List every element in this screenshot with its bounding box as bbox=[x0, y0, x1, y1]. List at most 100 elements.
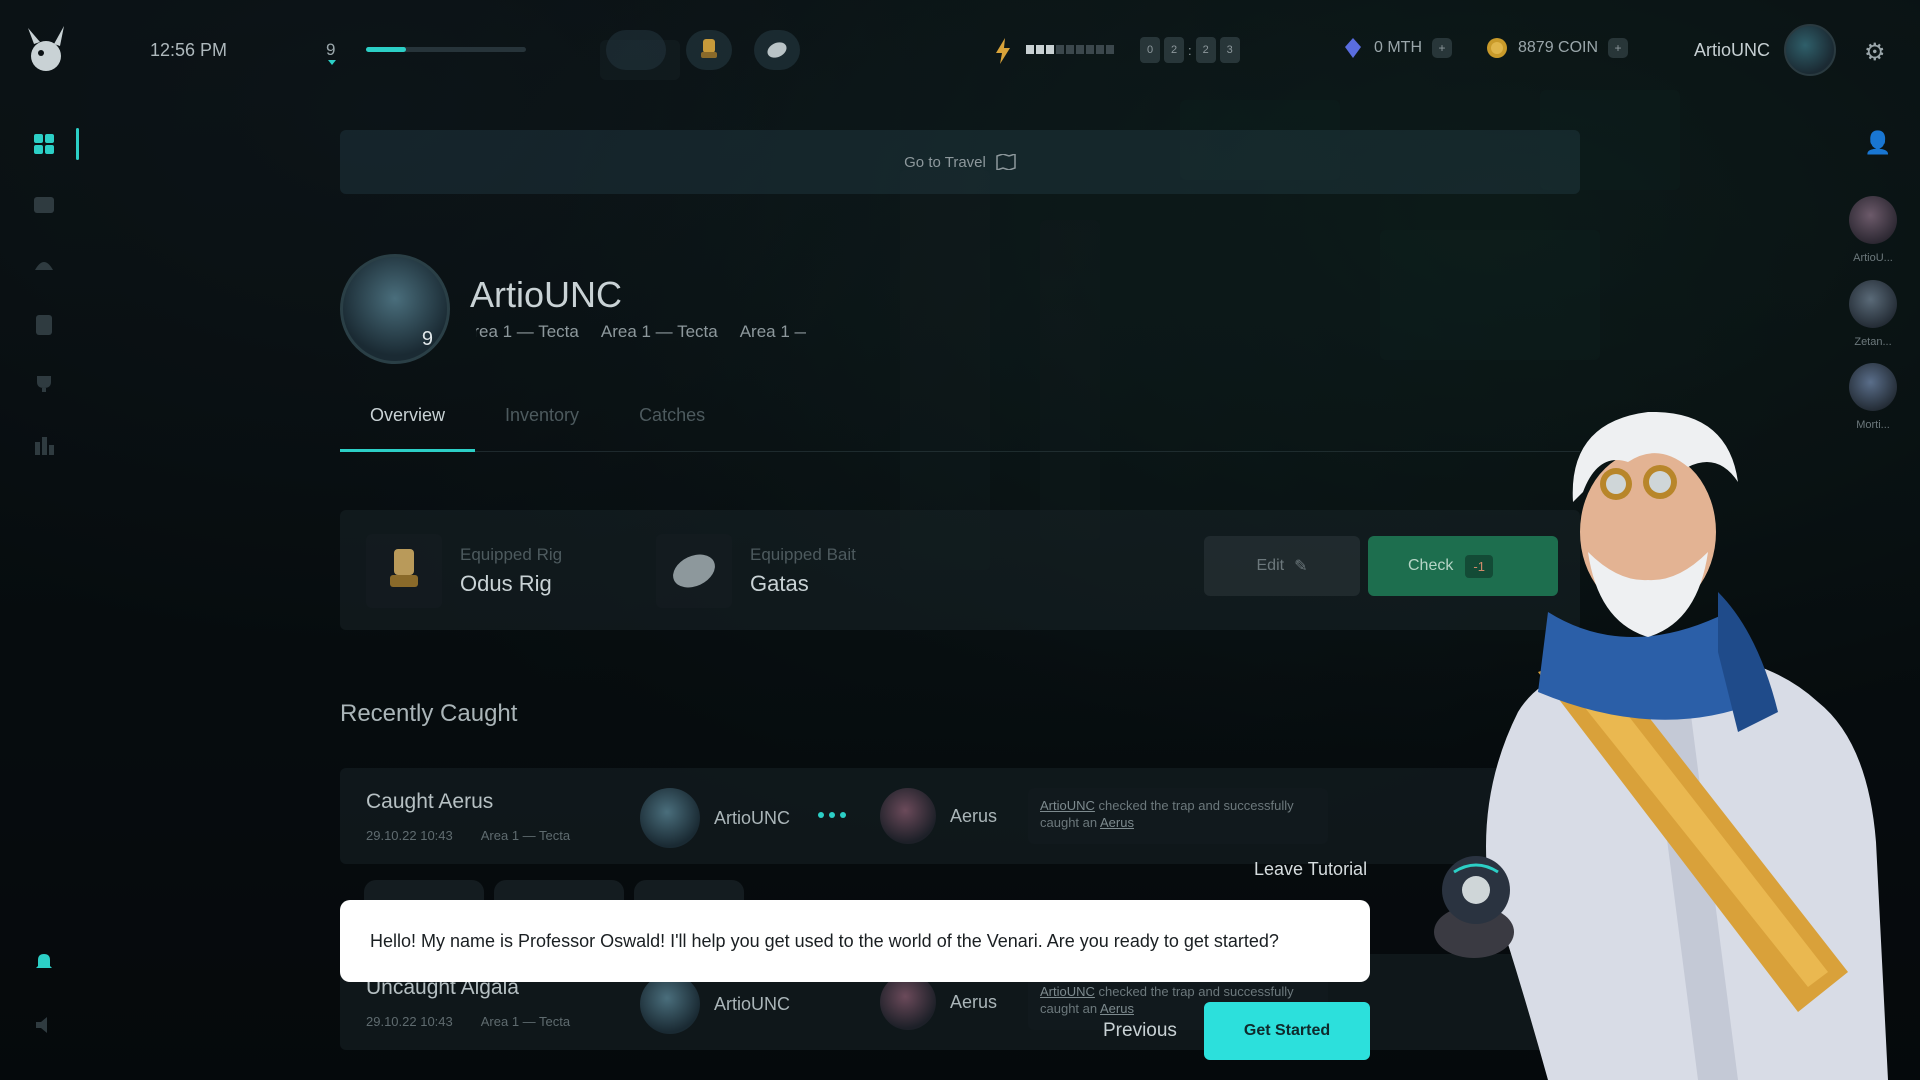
tab-overview[interactable]: Overview bbox=[340, 400, 476, 452]
coin-icon bbox=[1487, 38, 1507, 58]
catch-player-name: ArtioUNC bbox=[714, 993, 791, 1014]
energy-segment bbox=[1066, 45, 1074, 54]
equipped-rig: Equipped Rig Odus Rig bbox=[366, 534, 562, 608]
timer-digit: 2 bbox=[1164, 37, 1184, 63]
energy-segment bbox=[1056, 45, 1064, 54]
energy-segment bbox=[1026, 45, 1034, 54]
rail-player-name: Zetan... bbox=[1854, 336, 1892, 348]
bait-thumbnail bbox=[656, 534, 732, 608]
catch-player: ArtioUNC bbox=[640, 788, 790, 848]
top-bar: 12:56 PM 9 0 2 : 2 3 0 MTH + 8879 COIN +… bbox=[0, 0, 1920, 100]
user-avatar[interactable] bbox=[1784, 24, 1836, 76]
avatar bbox=[640, 974, 700, 1034]
speaker-icon[interactable] bbox=[33, 1014, 55, 1036]
go-to-travel-button[interactable]: Go to Travel bbox=[340, 130, 1580, 194]
note-user-link[interactable]: ArtioUNC bbox=[1040, 798, 1095, 813]
game-logo-icon[interactable] bbox=[20, 22, 72, 78]
tutorial-message: Hello! My name is Professor Oswald! I'll… bbox=[370, 930, 1279, 951]
trap-icon[interactable] bbox=[33, 254, 55, 276]
add-mth-button[interactable]: + bbox=[1432, 38, 1452, 58]
timer-digit: 0 bbox=[1140, 37, 1160, 63]
edit-equipment-button[interactable]: Edit ✎ bbox=[1204, 536, 1360, 596]
tab-catches[interactable]: Catches bbox=[609, 400, 735, 452]
go-to-travel-label: Go to Travel bbox=[904, 153, 986, 171]
monster-avatar bbox=[880, 974, 936, 1030]
clock: 12:56 PM bbox=[150, 40, 228, 60]
rail-player[interactable]: ArtioU... bbox=[1848, 196, 1898, 264]
bell-icon[interactable] bbox=[33, 950, 55, 972]
lightning-icon bbox=[996, 38, 1010, 64]
equipped-bait: Equipped Bait Gatas bbox=[656, 534, 856, 608]
rig-thumbnail bbox=[366, 534, 442, 608]
area-label: Area 1 — Tecta bbox=[476, 322, 579, 341]
pencil-icon: ✎ bbox=[1294, 558, 1308, 575]
sidebar-active-indicator bbox=[76, 128, 79, 160]
energy-segment bbox=[1106, 45, 1114, 54]
catch-player: ArtioUNC bbox=[640, 974, 790, 1034]
note-user-link[interactable]: ArtioUNC bbox=[1040, 984, 1095, 999]
player-level: 9 bbox=[326, 40, 336, 59]
catch-monster: Aerus bbox=[880, 788, 997, 844]
energy-segment bbox=[1086, 45, 1094, 54]
mth-balance: 0 MTH + bbox=[1342, 37, 1452, 59]
bait-item-icon[interactable] bbox=[754, 30, 800, 70]
energy-segment bbox=[1046, 45, 1054, 54]
mth-gem-icon bbox=[1345, 38, 1361, 58]
map-icon[interactable] bbox=[33, 194, 55, 216]
leaderboard-icon[interactable] bbox=[33, 434, 55, 456]
catch-player-name: ArtioUNC bbox=[714, 807, 791, 828]
avatar bbox=[1849, 280, 1897, 328]
catch-note: ArtioUNC checked the trap and successful… bbox=[1028, 788, 1328, 844]
energy-meter bbox=[1026, 45, 1114, 54]
catch-datetime: 29.10.22 10:43 bbox=[366, 1014, 453, 1029]
catch-monster: Aerus bbox=[880, 974, 997, 1030]
avatar bbox=[1849, 196, 1897, 244]
profile-level: 9 bbox=[421, 328, 433, 350]
catch-meta: 29.10.22 10:43 Area 1 — Tecta bbox=[366, 828, 570, 843]
professor-oswald-character bbox=[1434, 412, 1888, 1080]
equipped-bait-value: Gatas bbox=[750, 571, 809, 596]
catch-meta: 29.10.22 10:43 Area 1 — Tecta bbox=[366, 1014, 570, 1029]
username-top[interactable]: ArtioUNC bbox=[1694, 40, 1770, 61]
tab-inventory[interactable]: Inventory bbox=[475, 400, 609, 452]
timer-digit: 3 bbox=[1219, 37, 1240, 63]
area-label: Area 1 — Tecta bbox=[600, 322, 718, 341]
previous-button[interactable]: Previous bbox=[1103, 1020, 1177, 1042]
crystal-item-icon[interactable] bbox=[606, 30, 666, 70]
trophy-icon[interactable] bbox=[33, 374, 55, 396]
profile-avatar: 9 bbox=[340, 254, 450, 364]
catch-datetime: 29.10.22 10:43 bbox=[366, 828, 453, 843]
friends-icon[interactable]: 👤 bbox=[1864, 130, 1891, 156]
equipped-rig-value: Odus Rig bbox=[460, 571, 552, 596]
add-coin-button[interactable]: + bbox=[1608, 38, 1629, 58]
rig-item-icon[interactable] bbox=[686, 30, 732, 70]
recently-caught-title: Recently Caught bbox=[340, 700, 518, 727]
energy-segment bbox=[1076, 45, 1084, 54]
left-sidebar bbox=[0, 100, 84, 1080]
tutorial-speech-bubble: Hello! My name is Professor Oswald! I'll… bbox=[340, 900, 1370, 982]
catch-title: Caught Aerus bbox=[366, 790, 494, 813]
catch-monster-name: Aerus bbox=[950, 991, 998, 1012]
journal-icon[interactable] bbox=[33, 314, 55, 336]
catch-area: Area 1 — Tecta bbox=[480, 828, 571, 843]
gear-icon[interactable]: ⚙ bbox=[1864, 38, 1886, 67]
note-monster-link[interactable]: Aerus bbox=[1100, 815, 1134, 830]
energy-segment bbox=[1036, 45, 1044, 54]
rail-player-name: ArtioU... bbox=[1853, 252, 1893, 264]
leave-tutorial-button[interactable]: Leave Tutorial bbox=[1254, 859, 1367, 880]
coin-balance-label: 8879 COIN bbox=[1518, 39, 1599, 56]
avatar bbox=[640, 788, 700, 848]
level-caret-icon bbox=[328, 60, 336, 65]
catch-area: Area 1 — Tecta bbox=[480, 1014, 571, 1029]
xp-progress-bar bbox=[366, 47, 526, 52]
catch-monster-name: Aerus bbox=[950, 805, 998, 826]
profile-name: ArtioUNC bbox=[470, 274, 623, 315]
rail-player[interactable]: Zetan... bbox=[1848, 280, 1898, 348]
note-monster-link[interactable]: Aerus bbox=[1100, 1001, 1134, 1016]
equipped-bait-label: Equipped Bait bbox=[750, 545, 856, 564]
edit-label: Edit bbox=[1256, 557, 1285, 574]
countdown-timer: 0 2 : 2 3 bbox=[1140, 37, 1240, 63]
dashboard-icon[interactable] bbox=[33, 133, 55, 155]
get-started-button[interactable]: Get Started bbox=[1204, 1002, 1370, 1060]
table-row[interactable]: Caught Aerus 29.10.22 10:43 Area 1 — Tec… bbox=[340, 768, 1580, 864]
